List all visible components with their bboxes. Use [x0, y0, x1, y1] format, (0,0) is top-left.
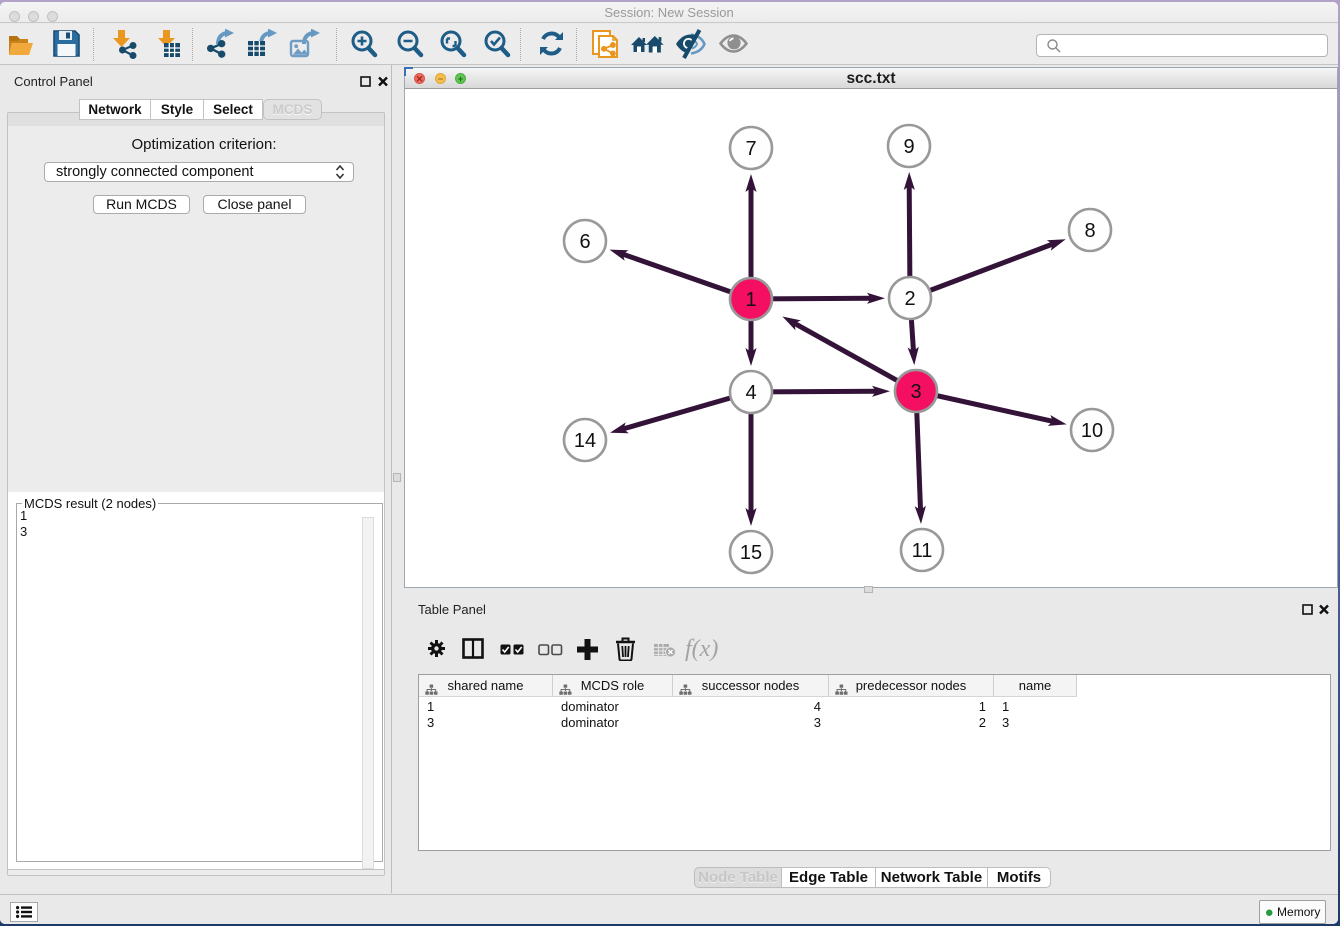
- svg-text:11: 11: [912, 540, 933, 562]
- svg-text:4: 4: [745, 382, 756, 404]
- svg-text:6: 6: [579, 231, 590, 253]
- svg-text:2: 2: [904, 288, 915, 310]
- svg-text:14: 14: [574, 430, 596, 452]
- svg-text:1: 1: [745, 289, 756, 311]
- svg-text:15: 15: [740, 542, 762, 564]
- svg-text:7: 7: [745, 138, 756, 160]
- svg-text:9: 9: [903, 136, 914, 158]
- svg-text:10: 10: [1081, 420, 1103, 442]
- svg-text:8: 8: [1084, 220, 1095, 242]
- svg-text:3: 3: [910, 381, 921, 403]
